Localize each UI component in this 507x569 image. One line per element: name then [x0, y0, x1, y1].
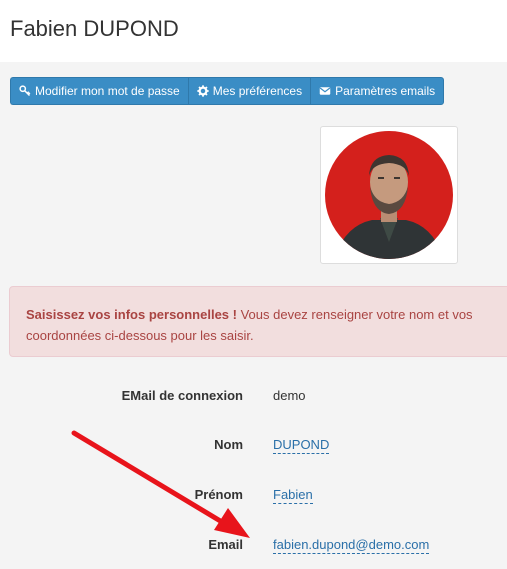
email-settings-label: Paramètres emails [335, 84, 436, 98]
email-label: Email [208, 537, 243, 552]
alert-title: Saisissez vos infos personnelles ! [26, 307, 237, 322]
field-last-name: Nom DUPOND [0, 437, 507, 467]
profile-panel: Modifier mon mot de passe Mes préférence… [0, 62, 507, 569]
profile-photo [325, 131, 453, 259]
login-email-label: EMail de connexion [121, 388, 243, 403]
envelope-icon [319, 87, 331, 95]
field-login-email: EMail de connexion demo [0, 388, 507, 418]
first-name-label: Prénom [194, 487, 243, 502]
gear-icon [197, 85, 209, 97]
email-value[interactable]: fabien.dupond@demo.com [273, 537, 430, 554]
profile-toolbar: Modifier mon mot de passe Mes préférence… [10, 77, 445, 105]
change-password-label: Modifier mon mot de passe [35, 84, 180, 98]
info-alert: Saisissez vos infos personnelles ! Vous … [9, 286, 507, 357]
field-email: Email fabien.dupond@demo.com [0, 537, 507, 567]
last-name-label: Nom [214, 437, 243, 452]
preferences-button[interactable]: Mes préférences [187, 77, 311, 105]
email-settings-button[interactable]: Paramètres emails [310, 77, 445, 105]
first-name-value[interactable]: Fabien [273, 487, 313, 504]
page-title: Fabien DUPOND [10, 16, 179, 41]
key-icon [19, 85, 31, 97]
login-email-value: demo [273, 388, 306, 403]
field-first-name: Prénom Fabien [0, 487, 507, 517]
avatar[interactable] [320, 126, 458, 264]
change-password-button[interactable]: Modifier mon mot de passe [10, 77, 188, 105]
preferences-label: Mes préférences [212, 84, 303, 98]
last-name-value[interactable]: DUPOND [273, 437, 330, 454]
